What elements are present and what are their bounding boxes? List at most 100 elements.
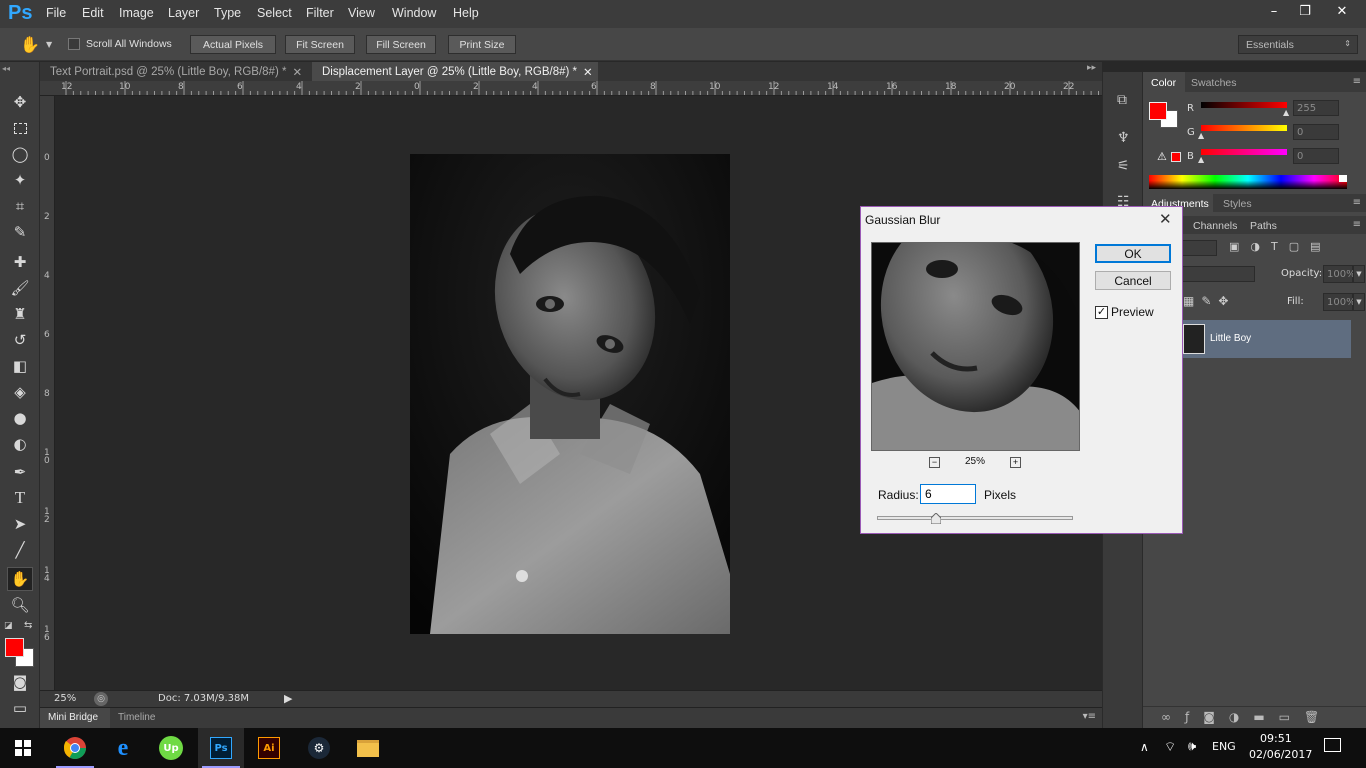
menu-layer[interactable]: Layer xyxy=(168,6,199,20)
photoshop-taskbar-icon[interactable]: Ps xyxy=(198,728,244,768)
marquee-tool-icon[interactable] xyxy=(7,116,33,140)
layer-filter-select[interactable] xyxy=(1179,240,1217,256)
eyedropper-tool-icon[interactable]: ✎ xyxy=(7,220,33,244)
layer-filter-icons[interactable]: ▣◑T▢▤ xyxy=(1229,240,1332,253)
menu-view[interactable]: View xyxy=(348,6,375,20)
tab-displacement-layer[interactable]: Displacement Layer @ 25% (Little Boy, RG… xyxy=(312,62,598,81)
opacity-field[interactable]: 100% xyxy=(1323,265,1356,283)
move-tool-icon[interactable]: ✥ xyxy=(7,90,33,114)
tab-channels[interactable]: Channels xyxy=(1193,220,1237,232)
panel-menu-icon[interactable]: ≡ xyxy=(1353,197,1361,208)
clone-stamp-tool-icon[interactable]: ♜ xyxy=(7,302,33,326)
r-slider-thumb[interactable]: ▲ xyxy=(1283,108,1289,117)
workspace-select[interactable]: Essentials ⇕ xyxy=(1238,35,1358,54)
document-image-little-boy[interactable] xyxy=(410,154,730,634)
radius-slider-track[interactable] xyxy=(877,516,1073,520)
eraser-tool-icon[interactable]: ◧ xyxy=(7,354,33,378)
lasso-tool-icon[interactable]: ◯ xyxy=(7,142,33,166)
edge-taskbar-icon[interactable]: e xyxy=(100,728,146,768)
lock-icons[interactable]: ▦✎✥ xyxy=(1183,294,1235,308)
chevron-down-icon[interactable]: ▼ xyxy=(1353,265,1365,283)
file-explorer-taskbar-icon[interactable] xyxy=(345,728,391,768)
r-value-field[interactable]: 255 xyxy=(1293,100,1339,116)
menu-window[interactable]: Window xyxy=(392,6,436,20)
preview-checkbox[interactable]: ✓ xyxy=(1095,306,1108,319)
tab-paths[interactable]: Paths xyxy=(1250,220,1277,232)
menu-file[interactable]: File xyxy=(46,6,66,20)
default-colors-icon[interactable]: ◪ xyxy=(4,621,13,631)
radius-input[interactable] xyxy=(920,484,976,504)
type-tool-icon[interactable]: T xyxy=(7,486,33,510)
hand-tool-icon[interactable]: ✋ xyxy=(7,567,33,591)
tab-color[interactable]: Color xyxy=(1143,72,1185,92)
g-slider-track[interactable] xyxy=(1201,125,1287,131)
tab-text-portrait[interactable]: Text Portrait.psd @ 25% (Little Boy, RGB… xyxy=(40,62,310,81)
tab-mini-bridge[interactable]: Mini Bridge xyxy=(40,708,110,728)
b-slider-track[interactable] xyxy=(1201,149,1287,155)
pen-tool-icon[interactable]: ✒ xyxy=(7,460,33,484)
crop-tool-icon[interactable]: ⌗ xyxy=(7,194,33,218)
brush-tool-icon[interactable]: 🖌 xyxy=(7,276,33,300)
zoom-out-icon[interactable]: − xyxy=(929,457,940,468)
history-panel-icon[interactable]: ⧉ xyxy=(1117,92,1127,108)
print-size-button[interactable]: Print Size xyxy=(448,35,516,54)
healing-brush-tool-icon[interactable]: ✚ xyxy=(7,250,33,274)
action-center-icon[interactable] xyxy=(1324,738,1341,752)
b-value-field[interactable]: 0 xyxy=(1293,148,1339,164)
wifi-icon[interactable]: ⌔ xyxy=(1164,739,1176,755)
chrome-taskbar-icon[interactable] xyxy=(52,728,98,768)
status-menu-arrow-icon[interactable]: ▶ xyxy=(284,692,292,705)
illustrator-taskbar-icon[interactable]: Ai xyxy=(246,728,292,768)
brush-panel-icon[interactable]: ⚟ xyxy=(1117,158,1130,174)
volume-icon[interactable]: 🕪︎ xyxy=(1188,739,1196,754)
fill-field[interactable]: 100% xyxy=(1323,293,1356,311)
clock-time[interactable]: 09:51 xyxy=(1260,732,1292,745)
path-selection-tool-icon[interactable]: ➤ xyxy=(7,512,33,536)
steam-taskbar-icon[interactable]: ⚙ xyxy=(296,728,342,768)
quick-mask-icon[interactable]: ◙ xyxy=(7,670,33,694)
layer-row-little-boy[interactable]: Little Boy xyxy=(1179,320,1351,358)
show-hidden-icons-chevron[interactable]: ∧ xyxy=(1140,740,1149,754)
scroll-all-windows-checkbox[interactable] xyxy=(68,38,80,50)
close-icon[interactable]: ✕ xyxy=(1159,210,1172,228)
foreground-color-swatch[interactable] xyxy=(1149,102,1167,120)
g-slider-thumb[interactable]: ▲ xyxy=(1198,131,1204,140)
out-of-gamut-warning-icon[interactable]: ⚠ xyxy=(1157,150,1167,163)
tab-swatches[interactable]: Swatches xyxy=(1191,77,1237,89)
dodge-tool-icon[interactable]: ◐ xyxy=(7,432,33,456)
g-value-field[interactable]: 0 xyxy=(1293,124,1339,140)
collapse-arrows-icon[interactable]: ▸▸ xyxy=(1087,63,1096,73)
zoom-level[interactable]: 25% xyxy=(54,693,76,704)
color-spectrum-ramp[interactable] xyxy=(1149,175,1347,189)
r-slider-track[interactable] xyxy=(1201,102,1287,108)
paint-bucket-tool-icon[interactable]: ◈ xyxy=(7,380,33,404)
layer-name[interactable]: Little Boy xyxy=(1210,333,1251,344)
fill-screen-button[interactable]: Fill Screen xyxy=(366,35,436,54)
menu-filter[interactable]: Filter xyxy=(306,6,334,20)
foreground-color-swatch[interactable] xyxy=(5,638,24,657)
restore-button[interactable]: ❐ xyxy=(1287,0,1323,22)
panel-menu-icon[interactable]: ▾≡ xyxy=(1083,711,1096,722)
zoom-in-icon[interactable]: + xyxy=(1010,457,1021,468)
menu-image[interactable]: Image xyxy=(119,6,154,20)
b-slider-thumb[interactable]: ▲ xyxy=(1198,155,1204,164)
blur-tool-icon[interactable]: ● xyxy=(7,406,33,430)
zoom-tool-icon[interactable]: 🔍︎ xyxy=(7,593,33,617)
close-window-button[interactable]: ✕ xyxy=(1320,0,1364,22)
upwork-taskbar-icon[interactable]: Up xyxy=(148,728,194,768)
fit-screen-button[interactable]: Fit Screen xyxy=(285,35,355,54)
blend-mode-select[interactable] xyxy=(1179,266,1255,282)
menu-help[interactable]: Help xyxy=(453,6,479,20)
tab-timeline[interactable]: Timeline xyxy=(118,712,155,723)
chevron-down-icon[interactable]: ▼ xyxy=(46,40,52,49)
hand-tool-preset-icon[interactable]: ✋ xyxy=(20,35,40,54)
clock-date[interactable]: 02/06/2017 xyxy=(1249,748,1312,761)
tab-styles[interactable]: Styles xyxy=(1223,198,1252,210)
blur-preview-image[interactable] xyxy=(871,242,1080,451)
ok-button[interactable]: OK xyxy=(1095,244,1171,263)
start-button[interactable] xyxy=(0,728,46,768)
line-tool-icon[interactable]: ╱ xyxy=(7,538,33,562)
status-info-icon[interactable]: ◎ xyxy=(94,692,108,706)
close-icon[interactable]: ✕ xyxy=(292,65,302,79)
magic-wand-tool-icon[interactable]: ✦ xyxy=(7,168,33,192)
